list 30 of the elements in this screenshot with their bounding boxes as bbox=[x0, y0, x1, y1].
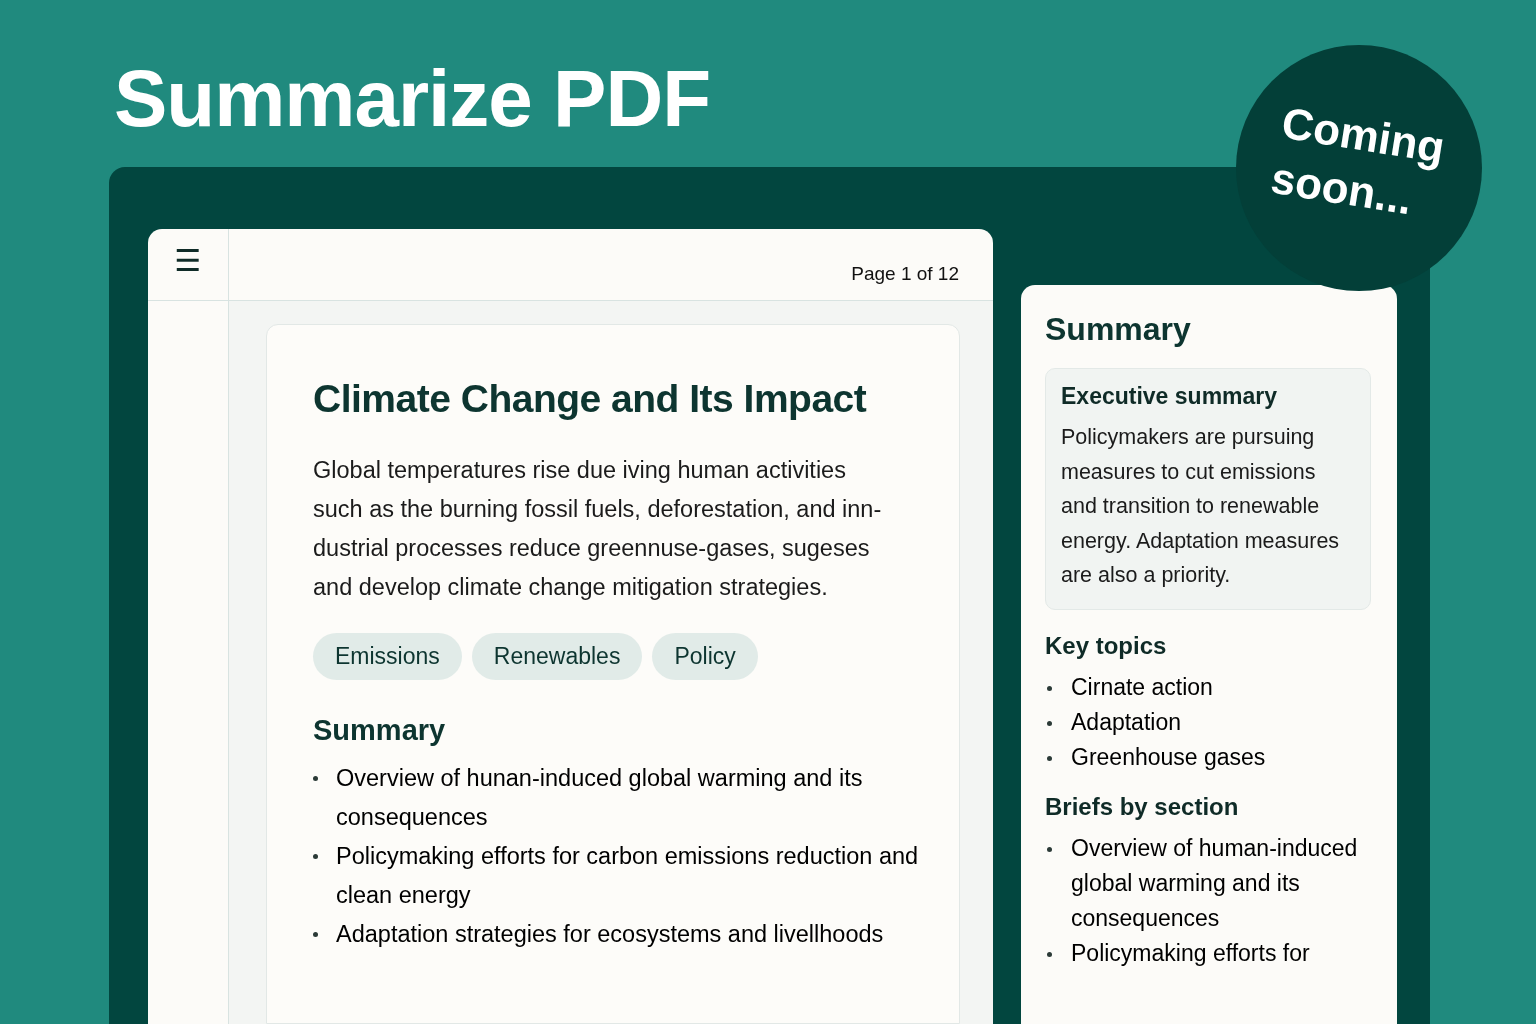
list-item: Policymaking efforts for carbon emissions reduction and clean energy bbox=[336, 842, 920, 910]
card-text: Policymakers are pursuing measures to cut emissions and transition to renewable energy. Adaptation measures are also a priority. bbox=[1061, 424, 1341, 589]
card-heading: Executive summary bbox=[1061, 383, 1279, 410]
paragraph: Global temperatures rise due iving human activities such as the burning fossil fuels, deforestation, and inn- dustrial processes reduce greennuse-gases, sugeses and develop climate change mitigation strategies. bbox=[313, 456, 883, 602]
section-heading: Briefs by section bbox=[1045, 792, 1240, 821]
list-item: Overview of hunan-induced global warming and its consequences bbox=[336, 764, 864, 832]
bullet-icon bbox=[1047, 755, 1052, 761]
list-item: Policymaking efforts for bbox=[1071, 938, 1310, 968]
bullet-icon bbox=[1047, 846, 1052, 852]
tag-chip[interactable]: Renewables bbox=[471, 633, 643, 680]
section-heading: Key topics bbox=[1045, 631, 1168, 660]
list-item: Adaptation bbox=[1071, 707, 1181, 737]
bullet-icon bbox=[1047, 720, 1052, 726]
tag-chip[interactable]: Emissions bbox=[313, 633, 462, 680]
page-title: Summarize PDF bbox=[114, 56, 711, 142]
section-heading: Summary bbox=[313, 714, 447, 747]
list-item: Greenhouse gases bbox=[1071, 742, 1266, 772]
bullet-icon bbox=[313, 776, 318, 781]
list-item: Overview of human-induced global warming and its consequences bbox=[1071, 833, 1359, 933]
tag-chip[interactable]: Policy bbox=[652, 633, 758, 680]
coming-soon-badge: Coming soon... bbox=[1236, 45, 1482, 291]
page-indicator: Page 1 of 12 bbox=[851, 261, 959, 285]
list-item: Cirnate action bbox=[1071, 672, 1213, 702]
bullet-icon bbox=[313, 854, 318, 859]
bullet-icon bbox=[1047, 951, 1052, 957]
list-item: Adaptation strategies for ecosystems and livellhoods bbox=[336, 920, 884, 949]
bullet-icon bbox=[1047, 685, 1052, 691]
bullet-icon bbox=[313, 932, 318, 937]
document-title: Climate Change and Its Impact bbox=[313, 377, 868, 421]
panel-title: Summary bbox=[1045, 311, 1192, 348]
